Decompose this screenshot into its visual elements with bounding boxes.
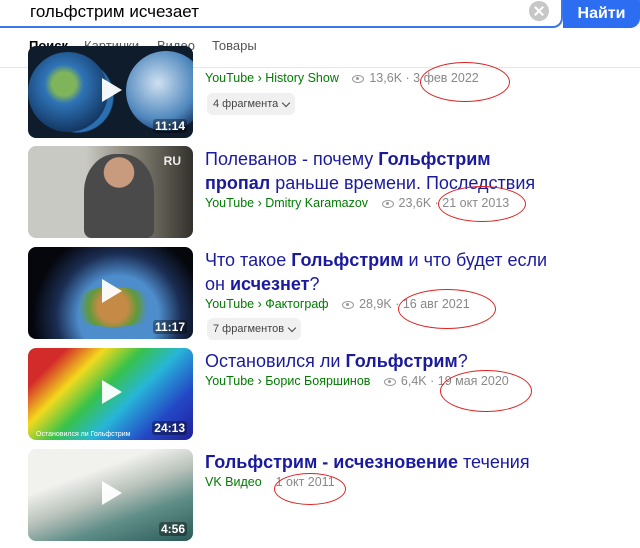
video-source[interactable]: YouTube › History Show xyxy=(205,71,339,85)
play-icon xyxy=(102,78,122,102)
clear-icon[interactable] xyxy=(529,1,549,21)
search-query[interactable]: гольфстрим исчезает xyxy=(30,2,199,22)
video-thumbnail[interactable]: 11:17 xyxy=(28,247,193,339)
video-thumbnail[interactable]: 4:56 xyxy=(28,449,193,541)
video-title[interactable]: Гольфстрим - исчезновение течения xyxy=(205,450,555,474)
view-count: 6,4K xyxy=(400,374,427,388)
title-text: Что такое xyxy=(205,250,292,270)
date-annotation-circle xyxy=(440,370,532,412)
search-input[interactable]: гольфстрим исчезает xyxy=(0,0,563,28)
video-title[interactable]: Что такое Гольфстрим и что будет если он… xyxy=(205,248,555,296)
play-icon xyxy=(102,380,122,404)
video-source[interactable]: VK Видео xyxy=(205,475,262,489)
search-button[interactable]: Найти xyxy=(563,0,640,28)
video-duration: 11:17 xyxy=(152,320,187,334)
chevron-down-icon xyxy=(287,323,297,332)
play-icon xyxy=(102,481,122,505)
video-thumbnail[interactable]: RU xyxy=(28,146,193,238)
date-annotation-circle xyxy=(420,62,510,102)
video-duration: 24:13 xyxy=(152,421,187,435)
play-icon xyxy=(102,279,122,303)
fragments-label: 4 фрагмента xyxy=(213,98,279,110)
tab-products[interactable]: Товары xyxy=(212,38,257,53)
thumbnail-caption: Остановился ли Гольфстрим xyxy=(36,431,131,438)
globe-image xyxy=(28,52,108,132)
title-highlight: Гольфстрим xyxy=(378,149,491,169)
video-thumbnail[interactable]: 11:14 xyxy=(28,46,193,138)
eye-icon xyxy=(342,300,355,309)
view-count: 28,9K xyxy=(359,297,392,311)
video-source[interactable]: YouTube › Фактограф xyxy=(205,297,329,311)
video-duration: 11:14 xyxy=(152,119,187,133)
title-text: ? xyxy=(457,351,468,371)
video-thumbnail[interactable]: Остановился ли Гольфстрим 24:13 xyxy=(28,348,193,440)
fragments-chip[interactable]: 7 фрагментов xyxy=(207,318,302,340)
title-text: Полеванов - почему xyxy=(205,149,379,169)
video-source[interactable]: YouTube › Борис Бояршинов xyxy=(205,374,370,388)
speaker-image xyxy=(84,154,154,238)
eye-icon xyxy=(352,74,365,83)
date-annotation-circle xyxy=(438,186,526,222)
channel-logo: RU xyxy=(163,154,181,168)
title-text: Остановился ли xyxy=(205,351,346,371)
title-highlight: Гольфстрим - исчезновение xyxy=(205,452,458,472)
title-highlight: исчезнет xyxy=(229,274,310,294)
title-highlight: Гольфстрим xyxy=(291,250,404,270)
chevron-down-icon xyxy=(282,98,291,107)
video-title[interactable]: Остановился ли Гольфстрим? xyxy=(205,349,555,373)
fragments-label: 7 фрагментов xyxy=(213,323,285,335)
title-text: ? xyxy=(309,274,320,294)
title-highlight: пропал xyxy=(205,173,271,193)
title-text: течения xyxy=(457,452,530,472)
title-highlight: Гольфстрим xyxy=(345,351,458,371)
video-duration: 4:56 xyxy=(158,522,187,536)
eye-icon xyxy=(383,377,396,386)
view-count: 23,6K xyxy=(398,196,432,210)
search-bar: гольфстрим исчезает Найти xyxy=(0,0,640,30)
date-annotation-circle xyxy=(274,473,346,505)
date-annotation-circle xyxy=(398,289,496,329)
fragments-chip[interactable]: 4 фрагмента xyxy=(207,93,296,115)
view-count: 13,6K xyxy=(369,71,403,85)
eye-icon xyxy=(381,199,394,208)
video-source[interactable]: YouTube › Dmitry Karamazov xyxy=(205,196,368,210)
